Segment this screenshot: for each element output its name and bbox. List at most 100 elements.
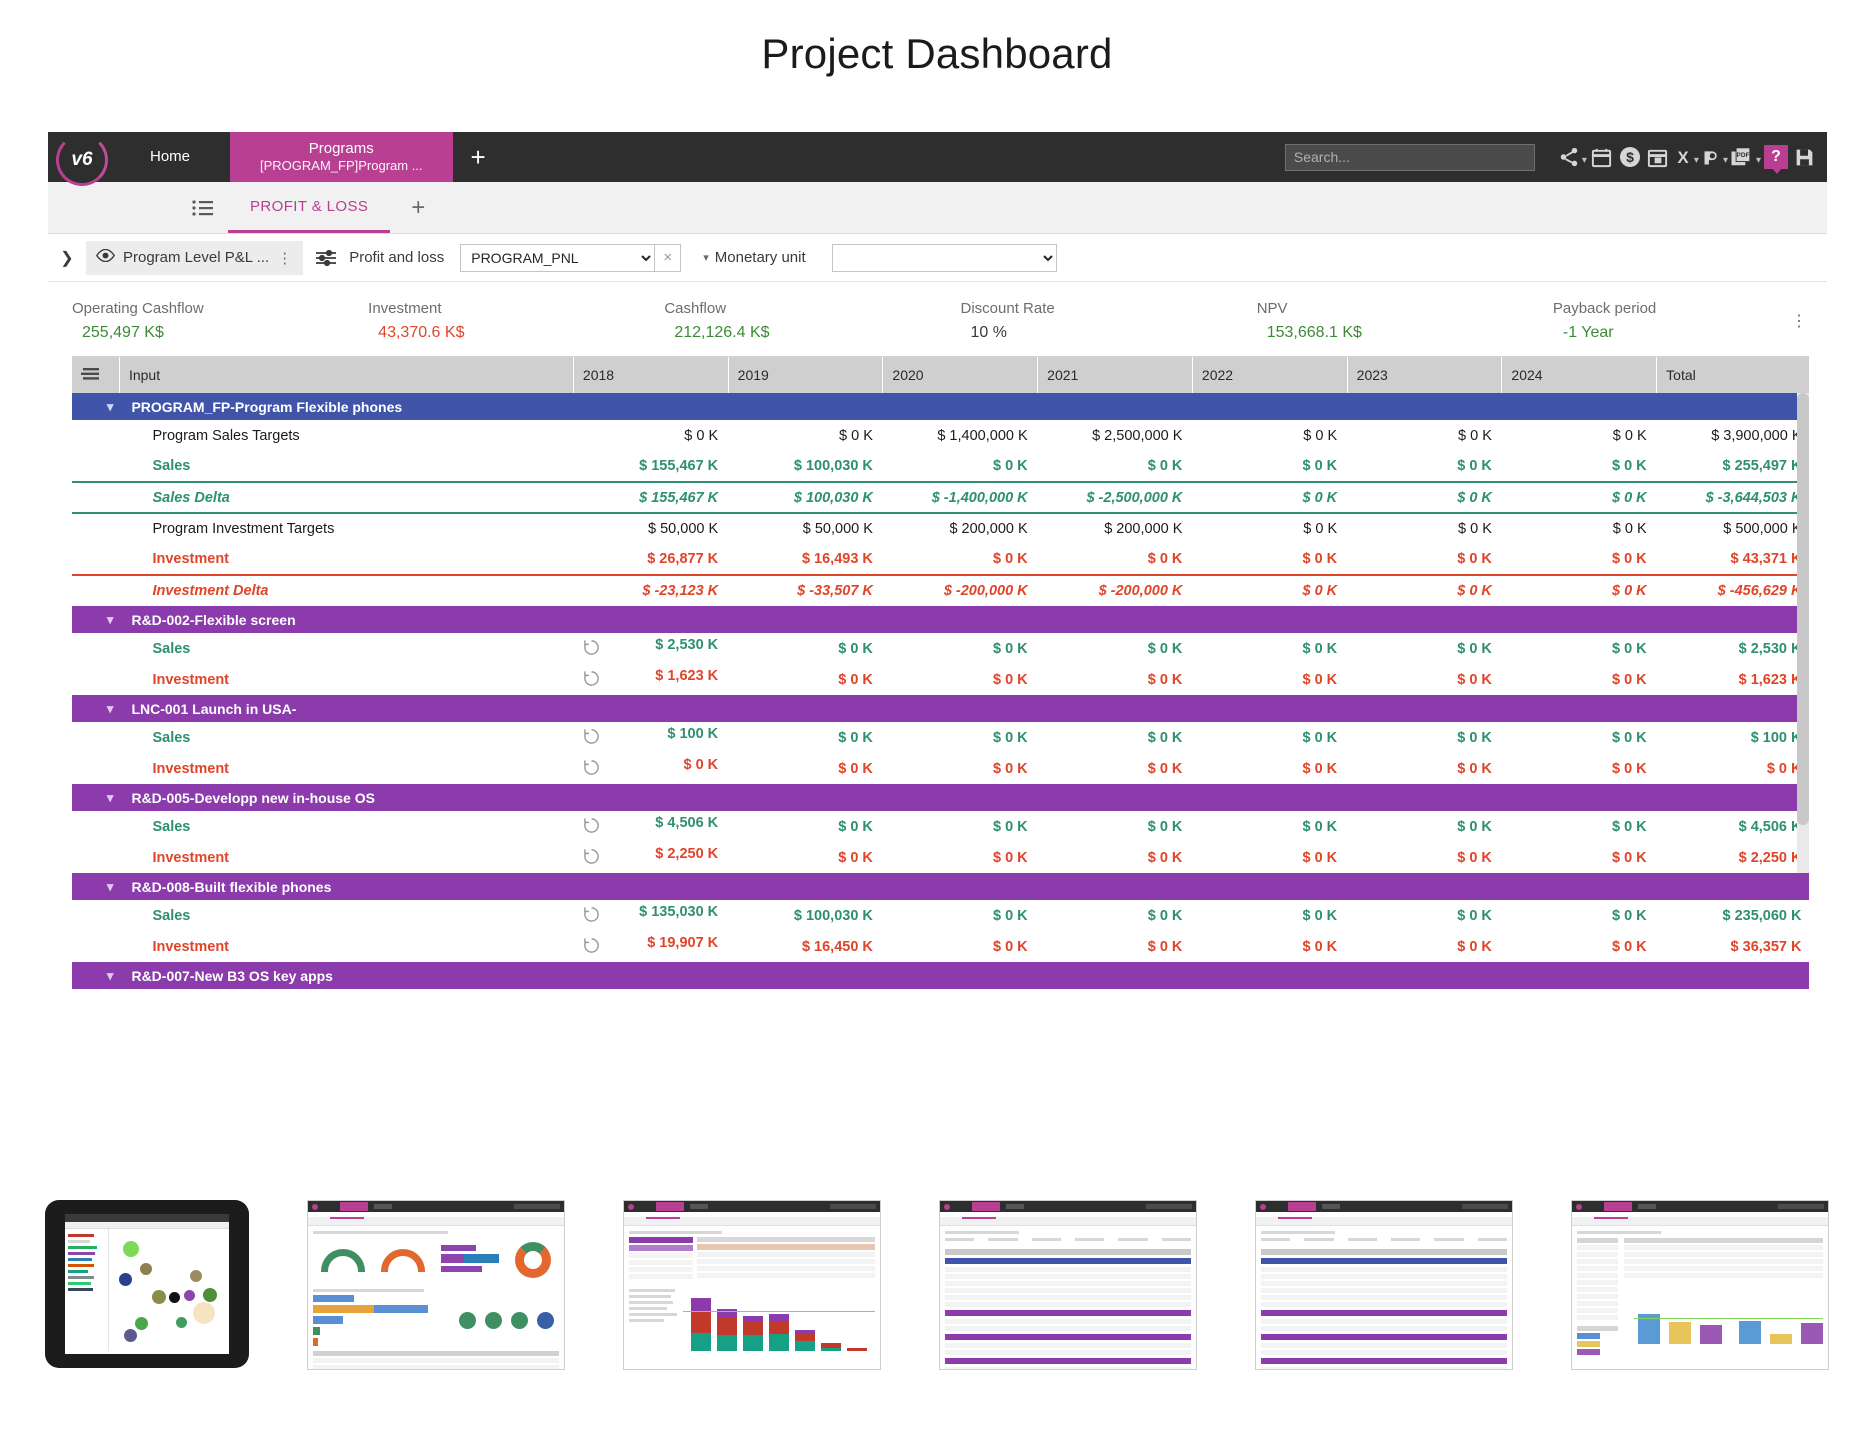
- row-cell[interactable]: $ 2,530 K: [1656, 633, 1809, 664]
- row-cell[interactable]: $ 0 K: [1501, 481, 1657, 514]
- row-cell[interactable]: $ 16,450 K: [728, 931, 883, 962]
- group-collapse-chevron-icon[interactable]: ▾: [72, 695, 120, 722]
- row-history-icon[interactable]: [583, 906, 600, 927]
- thumbnail-profit-and-loss-a[interactable]: [939, 1200, 1197, 1370]
- grid-group-row[interactable]: ▾ R&D-005-Developp new in-house OS: [72, 784, 1809, 811]
- row-cell[interactable]: $ 0 K: [1347, 633, 1502, 664]
- row-cell[interactable]: $ 0 K: [1037, 811, 1193, 842]
- row-cell[interactable]: $ 0 K: [1501, 722, 1657, 753]
- row-cell[interactable]: $ 0 K: [1501, 900, 1657, 931]
- group-collapse-chevron-icon[interactable]: ▾: [72, 393, 120, 420]
- grid-col-2019[interactable]: 2019: [728, 357, 884, 393]
- row-cell[interactable]: $ 0 K: [1192, 811, 1348, 842]
- row-cell[interactable]: $ 0 K: [1501, 753, 1657, 784]
- row-cell[interactable]: $ 1,623 K: [1656, 664, 1809, 695]
- add-tab-button[interactable]: +: [453, 132, 504, 182]
- row-history-icon[interactable]: [583, 759, 600, 780]
- row-history-icon[interactable]: [583, 848, 600, 869]
- grid-data-row[interactable]: Sales $ 100 K $ 0 K $ 0 K $ 0 K $ 0 K $ 0 K $ 0…: [72, 722, 1809, 753]
- grid-data-row[interactable]: Sales $ 135,030 K $ 100,030 K $ 0 K $ 0 K $ 0…: [72, 900, 1809, 931]
- row-cell[interactable]: $ 0 K: [1192, 481, 1348, 514]
- row-cell[interactable]: $ 0 K: [1192, 451, 1348, 482]
- schedule-icon[interactable]: [1645, 132, 1671, 182]
- row-cell[interactable]: $ 0 K: [1037, 842, 1193, 873]
- row-cell[interactable]: $ 0 K: [1347, 664, 1502, 695]
- row-cell[interactable]: $ 0 K: [573, 753, 729, 784]
- row-cell[interactable]: $ -200,000 K: [1037, 574, 1193, 606]
- grid-data-row[interactable]: Sales $ 155,467 K $ 100,030 K $ 0 K $ 0 K $ 0…: [72, 451, 1809, 482]
- row-cell[interactable]: $ 0 K: [1347, 420, 1502, 451]
- group-collapse-chevron-icon[interactable]: ▾: [72, 962, 120, 989]
- row-cell[interactable]: $ 0 K: [1501, 811, 1657, 842]
- grid-col-2023[interactable]: 2023: [1347, 357, 1503, 393]
- grid-data-row[interactable]: Investment $ 1,623 K $ 0 K $ 0 K $ 0 K $ 0 K $…: [72, 664, 1809, 695]
- powerpoint-export-icon[interactable]: ▾: [1701, 132, 1728, 182]
- row-cell[interactable]: $ 2,530 K: [573, 633, 729, 664]
- row-cell[interactable]: $ 2,500,000 K: [1037, 420, 1193, 451]
- row-cell[interactable]: $ 0 K: [1347, 811, 1502, 842]
- row-cell[interactable]: $ 0 K: [1347, 451, 1502, 482]
- row-history-icon[interactable]: [583, 728, 600, 749]
- grid-data-row[interactable]: Sales $ 4,506 K $ 0 K $ 0 K $ 0 K $ 0 K $ 0 K $…: [72, 811, 1809, 842]
- row-cell[interactable]: $ 26,877 K: [573, 544, 729, 575]
- thumbnail-resource-capacity[interactable]: [623, 1200, 881, 1370]
- row-cell[interactable]: $ 0 K: [1192, 842, 1348, 873]
- group-collapse-chevron-icon[interactable]: ▾: [72, 873, 120, 900]
- row-cell[interactable]: $ 0 K: [728, 420, 883, 451]
- grid-menu-icon[interactable]: [72, 357, 120, 393]
- row-cell[interactable]: $ 0 K: [728, 811, 883, 842]
- row-cell[interactable]: $ 0 K: [882, 753, 1038, 784]
- row-cell[interactable]: $ 0 K: [882, 842, 1038, 873]
- row-cell[interactable]: $ -2,500,000 K: [1037, 481, 1193, 514]
- row-cell[interactable]: $ 4,506 K: [1656, 811, 1809, 842]
- row-cell[interactable]: $ 50,000 K: [728, 513, 883, 544]
- pdf-export-icon[interactable]: PDF ▾: [1730, 132, 1761, 182]
- thumbnail-profit-and-loss-b[interactable]: [1255, 1200, 1513, 1370]
- row-cell[interactable]: $ 0 K: [1192, 513, 1348, 544]
- search-input[interactable]: [1284, 143, 1535, 171]
- row-cell[interactable]: $ 50,000 K: [573, 513, 729, 544]
- row-cell[interactable]: $ 0 K: [573, 420, 729, 451]
- row-cell[interactable]: $ 0 K: [728, 664, 883, 695]
- row-cell[interactable]: $ 16,493 K: [728, 544, 883, 575]
- row-cell[interactable]: $ 0 K: [882, 900, 1038, 931]
- row-cell[interactable]: $ 43,371 K: [1656, 544, 1809, 575]
- grid-col-input[interactable]: Input: [119, 357, 574, 393]
- row-cell[interactable]: $ 0 K: [1192, 544, 1348, 575]
- grid-group-row[interactable]: ▾ LNC-001 Launch in USA-: [72, 695, 1809, 722]
- row-cell[interactable]: $ 0 K: [1037, 544, 1193, 575]
- help-icon[interactable]: ?: [1763, 132, 1789, 182]
- app-logo[interactable]: v6: [48, 132, 110, 186]
- nav-tab-home[interactable]: Home: [110, 132, 230, 182]
- row-history-icon[interactable]: [583, 639, 600, 660]
- grid-col-2024[interactable]: 2024: [1501, 357, 1658, 393]
- row-cell[interactable]: $ 0 K: [1501, 664, 1657, 695]
- row-cell[interactable]: $ 0 K: [1656, 753, 1809, 784]
- row-cell[interactable]: $ 0 K: [882, 451, 1038, 482]
- row-cell[interactable]: $ 0 K: [1347, 931, 1502, 962]
- row-cell[interactable]: $ 0 K: [1037, 931, 1193, 962]
- row-cell[interactable]: $ 0 K: [1037, 900, 1193, 931]
- row-cell[interactable]: $ 0 K: [1037, 451, 1193, 482]
- row-cell[interactable]: $ 0 K: [1347, 544, 1502, 575]
- row-cell[interactable]: $ 200,000 K: [882, 513, 1038, 544]
- row-cell[interactable]: $ 0 K: [1501, 420, 1657, 451]
- row-cell[interactable]: $ 0 K: [1192, 931, 1348, 962]
- row-cell[interactable]: $ 0 K: [1192, 900, 1348, 931]
- row-cell[interactable]: $ 0 K: [882, 664, 1038, 695]
- row-cell[interactable]: $ 19,907 K: [573, 931, 729, 962]
- save-icon[interactable]: [1791, 132, 1817, 182]
- row-cell[interactable]: $ 200,000 K: [1037, 513, 1193, 544]
- grid-vertical-scrollbar-thumb[interactable]: [1797, 393, 1809, 825]
- sliders-icon[interactable]: [303, 249, 349, 267]
- grid-data-row[interactable]: Sales Delta $ 155,467 K $ 100,030 K $ -1,40…: [72, 481, 1809, 514]
- add-page-tab-button[interactable]: +: [390, 182, 446, 233]
- grid-data-row[interactable]: Investment Delta $ -23,123 K $ -33,507 K $ …: [72, 574, 1809, 606]
- row-cell[interactable]: $ 0 K: [1037, 633, 1193, 664]
- row-cell[interactable]: $ 0 K: [1037, 722, 1193, 753]
- row-cell[interactable]: $ 4,506 K: [573, 811, 729, 842]
- row-cell[interactable]: $ 0 K: [728, 753, 883, 784]
- row-cell[interactable]: $ 0 K: [1192, 574, 1348, 606]
- grid-col-total[interactable]: Total: [1656, 357, 1809, 393]
- row-cell[interactable]: $ 0 K: [1347, 753, 1502, 784]
